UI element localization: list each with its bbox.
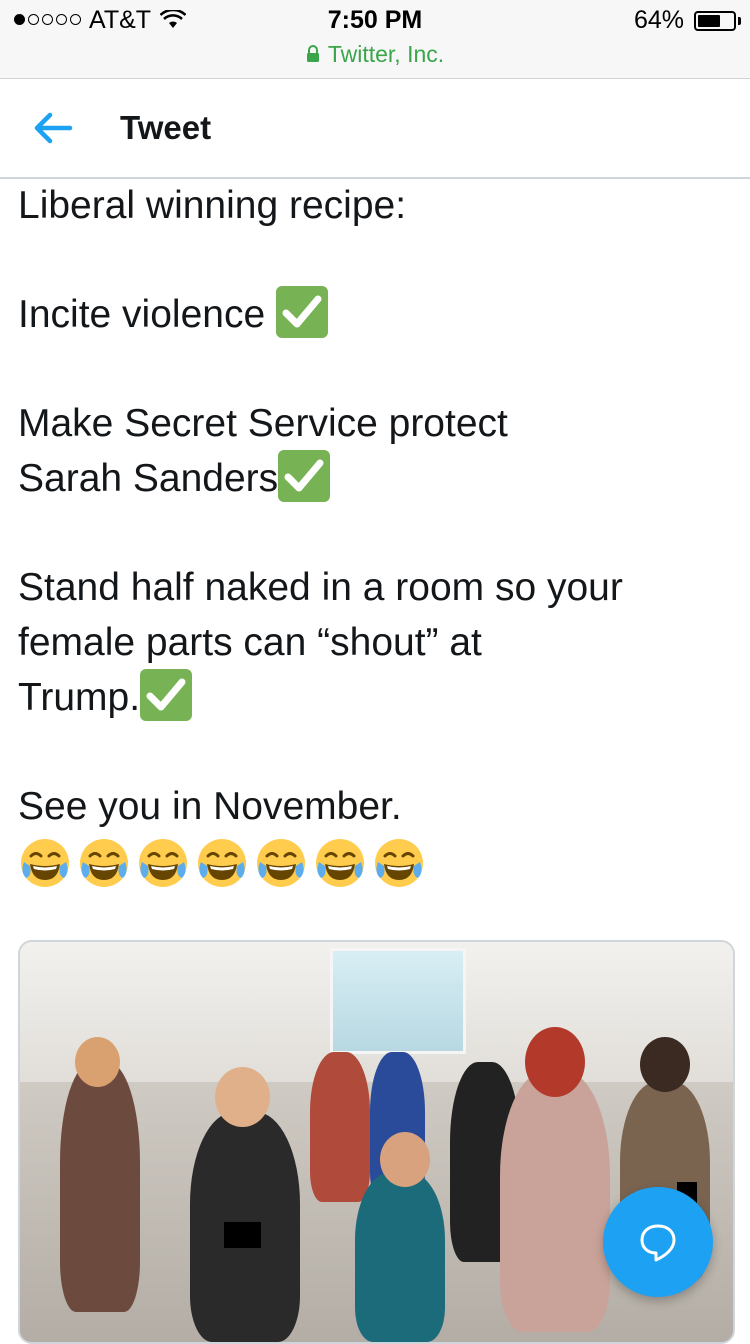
laughing-emoji-icon <box>136 836 190 892</box>
tweet-line: Liberal winning recipe: <box>18 184 407 227</box>
battery-percent: 64% <box>633 6 684 34</box>
tweet-line-text: Incite violence <box>18 293 276 336</box>
check-mark-icon <box>275 285 328 338</box>
laughing-emoji-icon <box>77 836 131 892</box>
tweet-line: Make Secret Service protect <box>18 402 508 445</box>
battery-fill <box>698 15 720 27</box>
photo-window <box>330 948 466 1054</box>
photo-figure <box>310 1052 370 1202</box>
laughing-emoji-icon <box>18 836 72 892</box>
photo-figure-head <box>380 1132 430 1187</box>
censor-bar <box>224 1222 261 1248</box>
laughing-emoji-icon <box>372 836 426 892</box>
laughing-emoji-icon <box>254 836 308 892</box>
url-label: Twitter, Inc. <box>327 41 445 67</box>
tweet-text: Liberal winning recipe: Incite violence … <box>18 178 730 892</box>
tweet-line: female parts can “shout” at <box>18 621 482 664</box>
tweet-line: Trump. <box>18 668 730 725</box>
photo-figure <box>500 1072 610 1332</box>
battery-nub <box>738 17 741 25</box>
tweet-line: Incite violence <box>18 285 730 342</box>
page-title: Tweet <box>120 109 212 146</box>
check-mark-icon <box>278 449 331 502</box>
check-mark-icon <box>140 668 193 721</box>
tweet-line: Sarah Sanders <box>18 449 730 506</box>
laughing-emoji-icon <box>195 836 249 892</box>
tweet-line-text: Sarah Sanders <box>18 457 279 500</box>
photo-figure <box>355 1172 445 1342</box>
status-bar: AT&T 7:50 PM 64% Twitter, Inc. <box>0 0 750 79</box>
reply-fab-button[interactable] <box>603 1187 713 1297</box>
url-bar[interactable]: Twitter, Inc. <box>0 41 750 69</box>
battery-icon <box>694 11 736 31</box>
photo-figure-head <box>640 1037 690 1092</box>
photo-figure-head <box>215 1067 270 1127</box>
photo-figure <box>60 1062 140 1312</box>
photo-figure-head <box>525 1027 585 1097</box>
tweet-line: See you in November. <box>18 785 402 828</box>
arrow-left-icon <box>30 112 76 153</box>
tweet-line: Stand half naked in a room so your <box>18 566 623 609</box>
lock-icon <box>306 42 320 69</box>
back-button[interactable] <box>30 107 76 149</box>
laughing-emoji-row <box>18 836 730 892</box>
photo-figure-head <box>75 1037 120 1087</box>
laughing-emoji-icon <box>313 836 367 892</box>
nav-header: Tweet <box>0 79 750 179</box>
tweet-line-text: Trump. <box>18 676 141 719</box>
